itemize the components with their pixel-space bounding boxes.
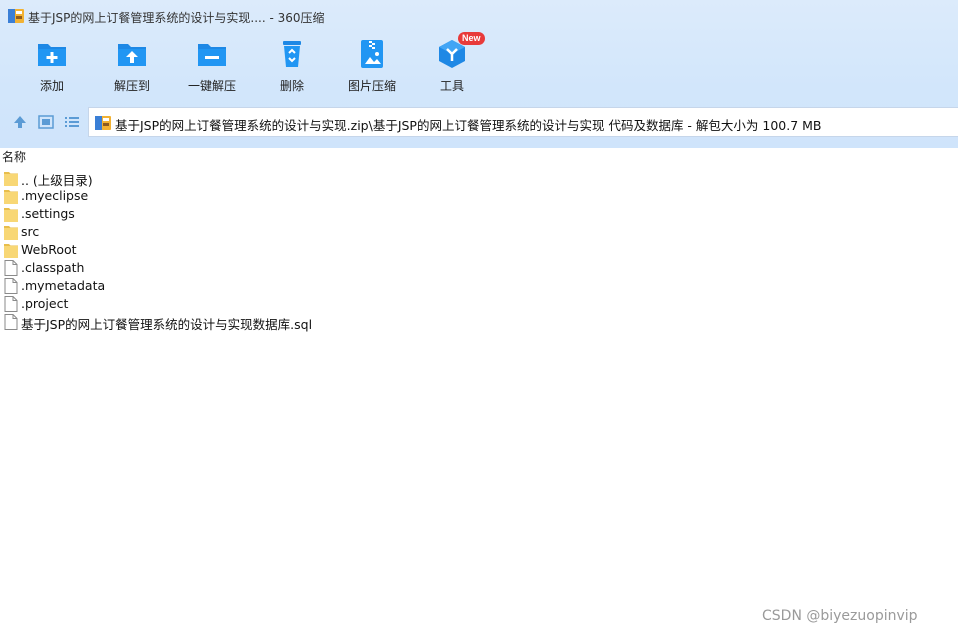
item-name: src <box>21 224 40 239</box>
new-badge: New <box>458 32 485 45</box>
image-compress-label: 图片压缩 <box>347 79 396 93</box>
tools-button[interactable]: New 工具 <box>414 32 490 98</box>
list-item[interactable]: .project <box>0 295 400 313</box>
one-click-extract-label: 一键解压 <box>187 79 236 93</box>
list-item[interactable]: .settings <box>0 205 400 223</box>
list-view-icon[interactable] <box>64 114 80 130</box>
header-area: 基于JSP的网上订餐管理系统的设计与实现.... - 360压缩 添加 解压到 <box>0 0 958 148</box>
address-bar[interactable]: 基于JSP的网上订餐管理系统的设计与实现.zip\基于JSP的网上订餐管理系统的… <box>88 107 958 137</box>
delete-button[interactable]: 删除 <box>254 34 330 98</box>
toolbar: 添加 解压到 一键解压 删除 图片压缩 New 工具 <box>0 32 958 98</box>
item-name: WebRoot <box>21 242 77 257</box>
item-name: .settings <box>21 206 75 221</box>
file-icon <box>4 278 18 294</box>
file-icon <box>4 260 18 276</box>
item-name: .project <box>21 296 69 311</box>
list-item[interactable]: 基于JSP的网上订餐管理系统的设计与实现数据库.sql <box>0 313 400 332</box>
one-click-extract-icon <box>198 44 226 66</box>
folder-icon <box>4 190 18 204</box>
add-button[interactable]: 添加 <box>14 34 90 98</box>
list-item[interactable]: WebRoot <box>0 241 400 259</box>
folder-icon <box>4 208 18 222</box>
list-item[interactable]: .mymetadata <box>0 277 400 295</box>
archive-file-icon <box>95 116 111 130</box>
one-click-extract-button[interactable]: 一键解压 <box>174 34 250 98</box>
file-icon <box>4 296 18 312</box>
tools-label: 工具 <box>439 79 464 93</box>
thumbnail-view-icon[interactable] <box>38 114 54 130</box>
list-item[interactable]: .. (上级目录) <box>0 169 400 188</box>
item-name: .classpath <box>21 260 85 275</box>
list-item[interactable]: .classpath <box>0 259 400 277</box>
add-label: 添加 <box>39 79 64 93</box>
list-item[interactable]: .myeclipse <box>0 187 400 205</box>
item-name: 基于JSP的网上订餐管理系统的设计与实现数据库.sql <box>21 317 313 332</box>
watermark-text: CSDN @biyezuopinvip <box>762 608 918 624</box>
list-item[interactable]: src <box>0 223 400 241</box>
navigation-row: 基于JSP的网上订餐管理系统的设计与实现.zip\基于JSP的网上订餐管理系统的… <box>0 106 958 138</box>
file-icon <box>4 314 18 330</box>
image-compress-icon <box>361 40 383 68</box>
extract-to-button[interactable]: 解压到 <box>94 34 170 98</box>
address-path: 基于JSP的网上订餐管理系统的设计与实现.zip\基于JSP的网上订餐管理系统的… <box>115 118 822 133</box>
archive-app-icon <box>8 9 24 23</box>
recycle-bin-icon <box>283 41 301 67</box>
item-name: .mymetadata <box>21 278 106 293</box>
column-header: 名称 <box>0 148 958 166</box>
folder-icon <box>4 244 18 258</box>
title-bar: 基于JSP的网上订餐管理系统的设计与实现.... - 360压缩 <box>0 0 958 32</box>
window-title: 基于JSP的网上订餐管理系统的设计与实现.... - 360压缩 <box>28 11 325 25</box>
folder-icon <box>4 226 18 240</box>
add-folder-icon <box>38 44 66 66</box>
image-compress-button[interactable]: 图片压缩 <box>334 34 410 98</box>
delete-label: 删除 <box>279 79 304 93</box>
extract-to-label: 解压到 <box>113 79 150 93</box>
up-arrow-icon[interactable] <box>12 114 28 130</box>
extract-to-icon <box>118 44 146 66</box>
column-header-name[interactable]: 名称 <box>2 148 26 165</box>
item-name: .myeclipse <box>21 188 89 203</box>
folder-icon <box>4 172 18 186</box>
